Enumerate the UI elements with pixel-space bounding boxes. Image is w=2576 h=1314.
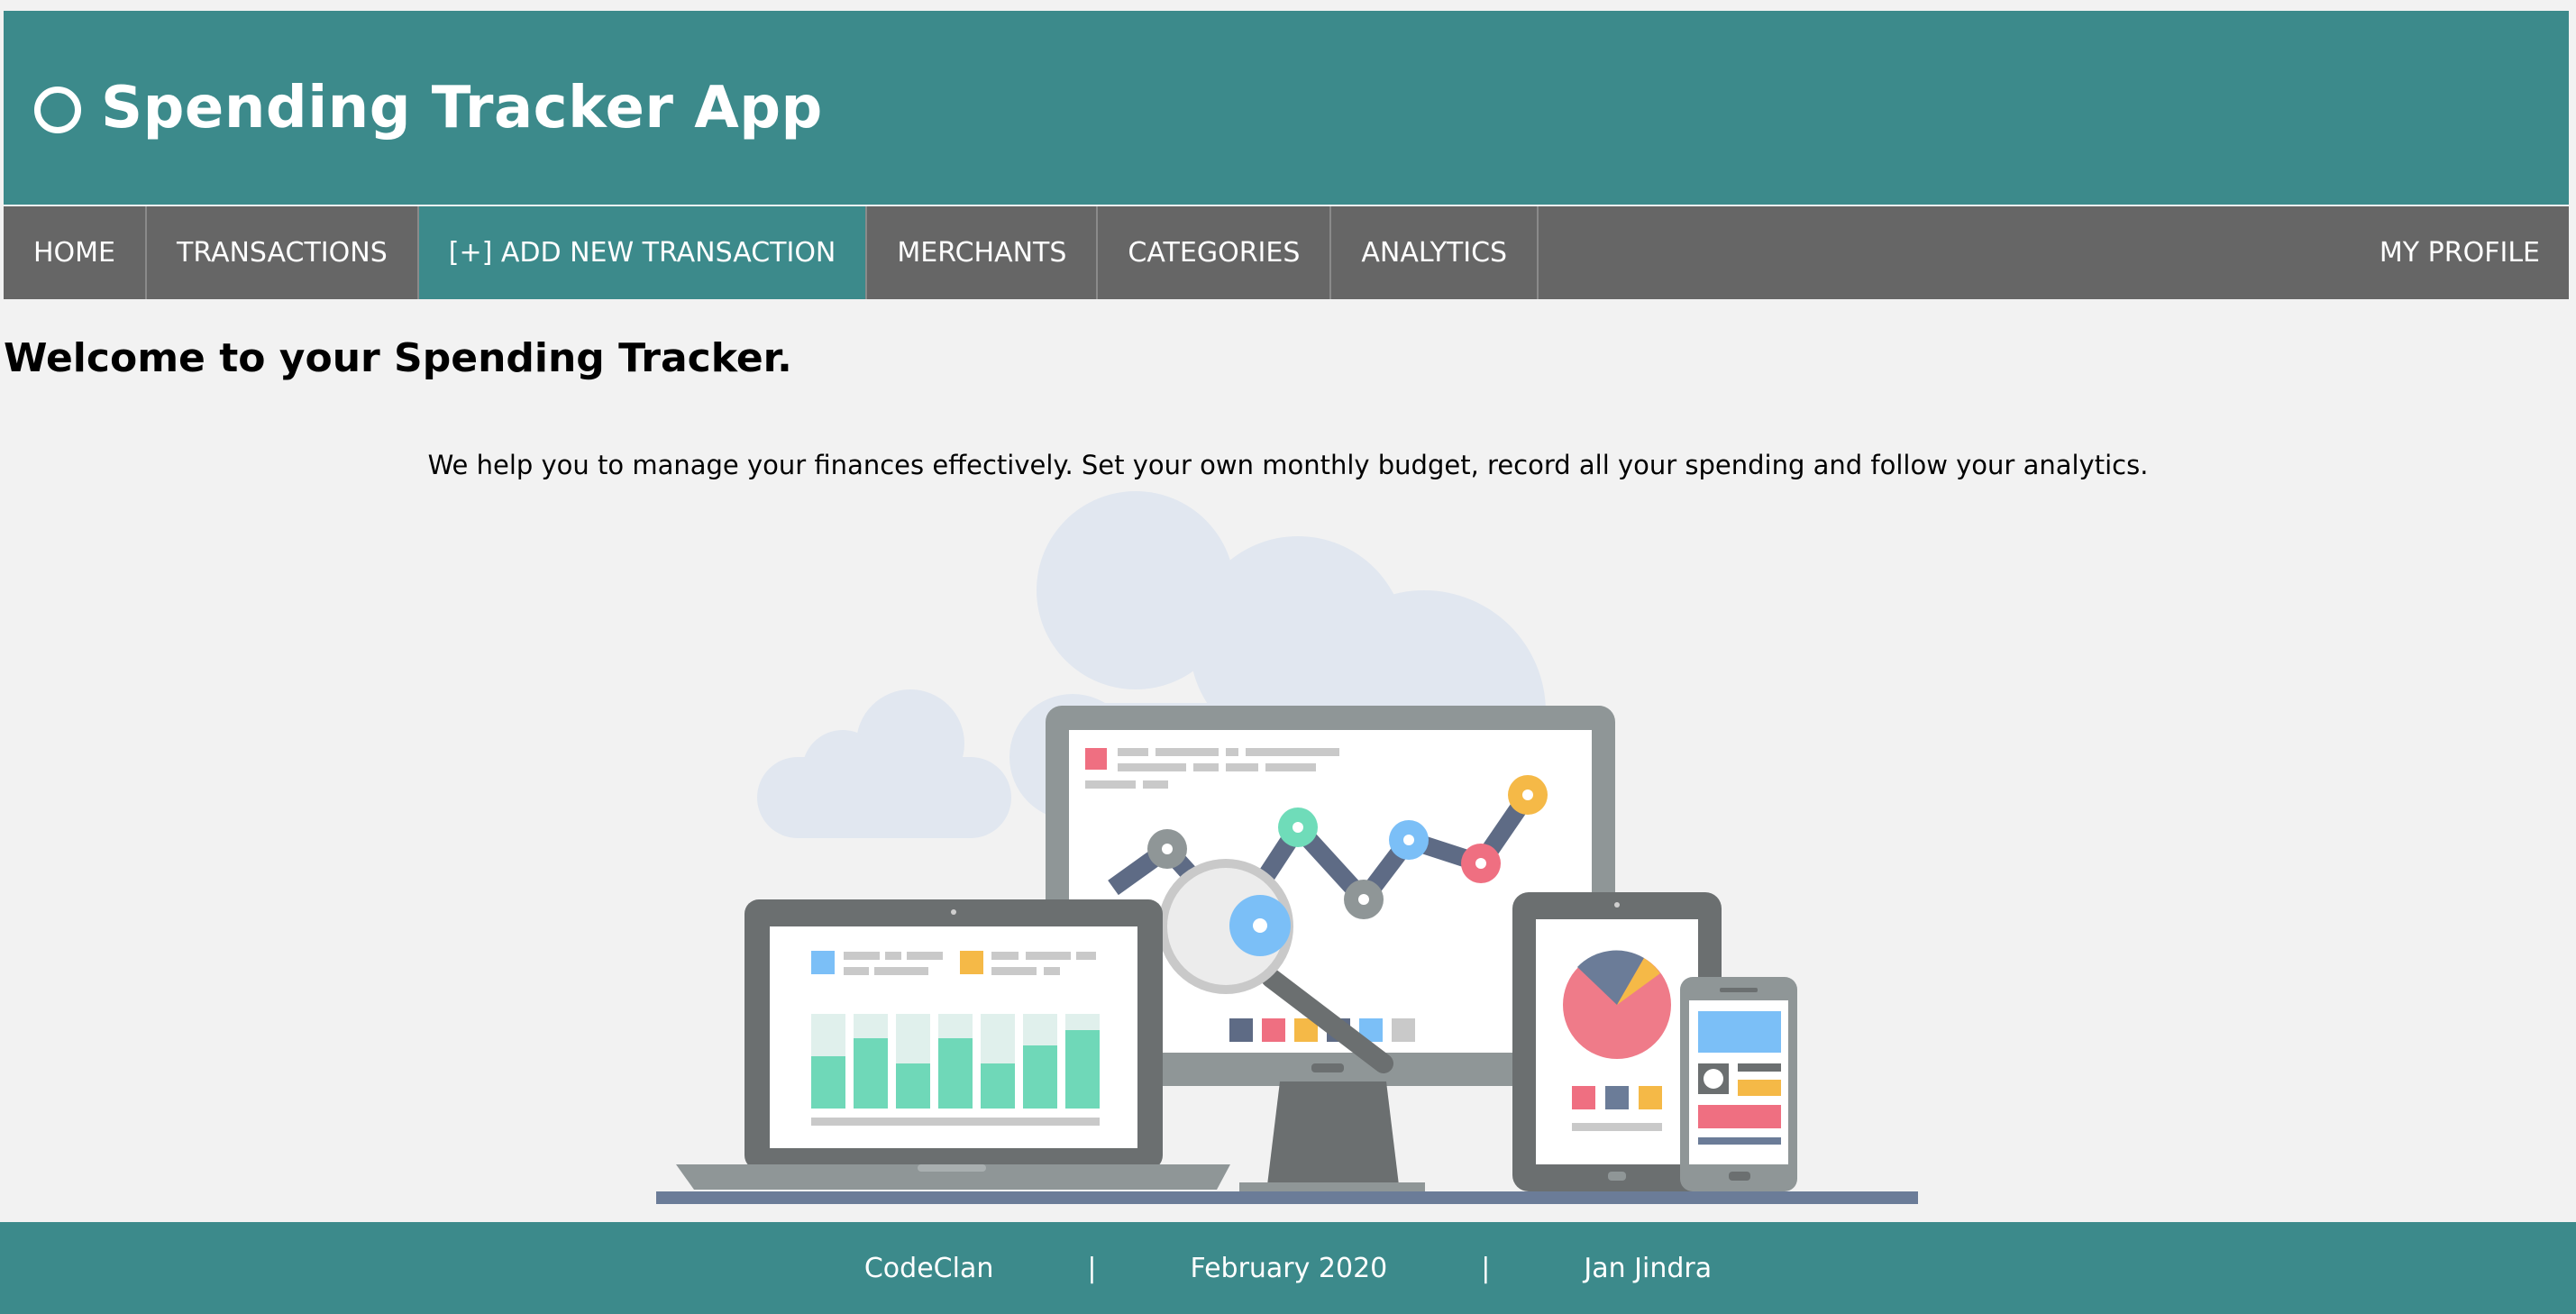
nav-merchants[interactable]: MERCHANTS xyxy=(867,206,1099,299)
app-title: Spending Tracker App xyxy=(101,74,823,141)
phone-icon xyxy=(1680,977,1797,1191)
footer-company: CodeClan xyxy=(863,1252,994,1284)
footer-separator: | xyxy=(1481,1252,1491,1284)
nav-categories[interactable]: CATEGORIES xyxy=(1098,206,1332,299)
cloud-small-icon xyxy=(757,689,1011,838)
page-title: Welcome to your Spending Tracker. xyxy=(4,335,792,381)
nav-add-new-transaction[interactable]: [+] ADD NEW TRANSACTION xyxy=(418,206,868,299)
bar-chart-bars xyxy=(811,1014,1100,1109)
circle-logo-icon xyxy=(34,86,81,133)
app-footer: CodeClan | February 2020 | Jan Jindra xyxy=(0,1222,2576,1314)
intro-text: We help you to manage your finances effe… xyxy=(427,450,2149,480)
main-nav: HOME TRANSACTIONS [+] ADD NEW TRANSACTIO… xyxy=(4,206,2569,299)
nav-analytics[interactable]: ANALYTICS xyxy=(1331,206,1539,299)
footer-separator: | xyxy=(1087,1252,1097,1284)
analytics-illustration xyxy=(656,491,1918,1204)
app-header: Spending Tracker App xyxy=(4,11,2569,205)
nav-transactions[interactable]: TRANSACTIONS xyxy=(147,206,419,299)
laptop-icon xyxy=(676,899,1230,1190)
nav-home[interactable]: HOME xyxy=(4,206,148,299)
footer-author: Jan Jindra xyxy=(1584,1252,1713,1284)
nav-my-profile[interactable]: MY PROFILE xyxy=(2350,206,2569,299)
desk-line xyxy=(656,1191,1918,1204)
footer-date: February 2020 xyxy=(1190,1252,1388,1284)
